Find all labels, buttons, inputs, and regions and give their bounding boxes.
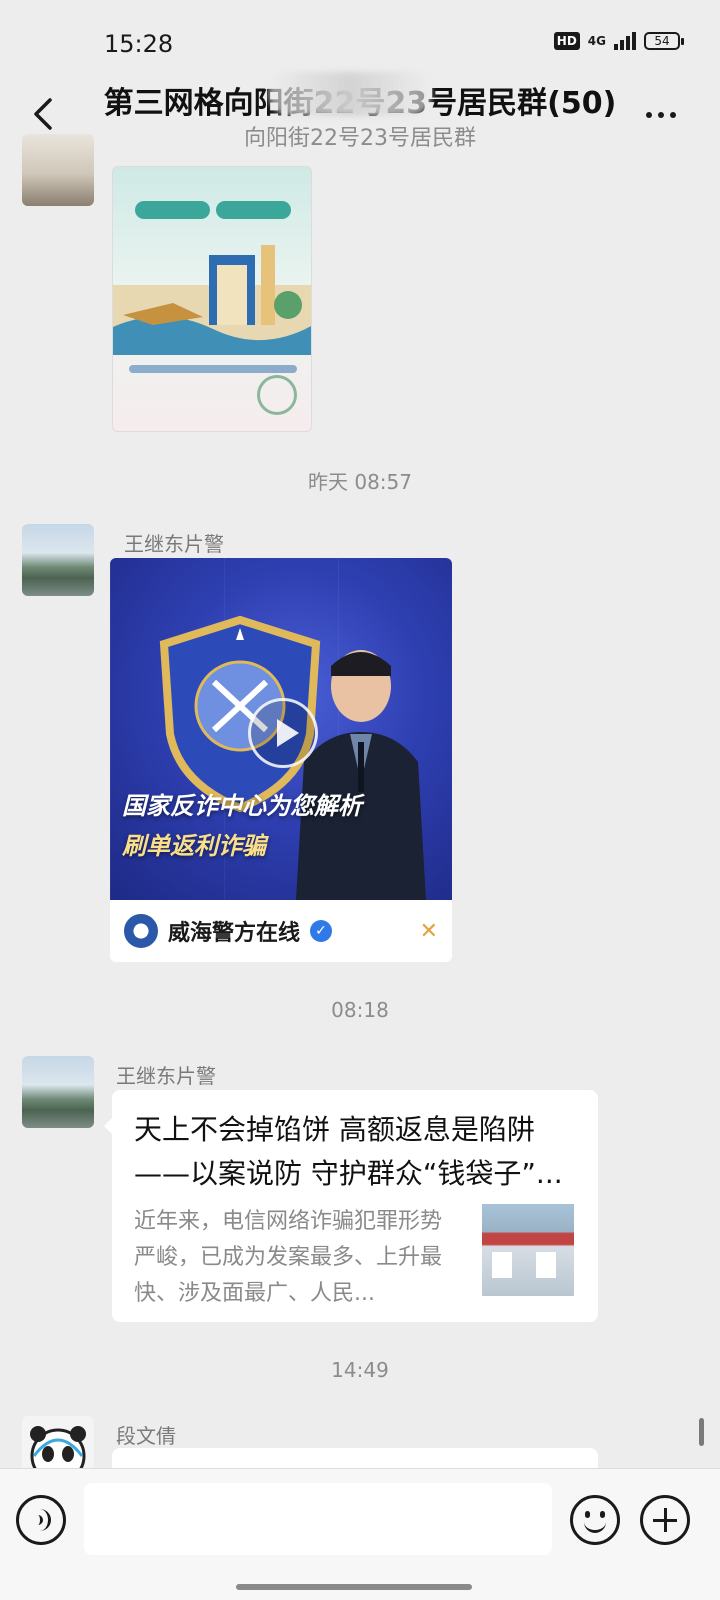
avatar[interactable]	[22, 524, 94, 596]
poster-text-line	[129, 365, 297, 373]
home-indicator[interactable]	[236, 1584, 472, 1590]
sender-name: 王继东片警	[124, 532, 224, 556]
verified-check-icon: ✓	[310, 920, 333, 942]
video-caption-line2: 刷单返利诈骗	[122, 832, 266, 860]
video-caption-line1: 国家反诈中心为您解析	[122, 792, 362, 820]
article-link-card[interactable]: 天上不会掉馅饼 高额返息是陷阱——以案说防 守护群众“钱袋子”... 近年来，电…	[104, 1090, 598, 1322]
network-type: 4G	[587, 34, 606, 48]
officer-figure	[296, 650, 426, 900]
video-thumbnail[interactable]: 国家反诈中心为您解析 刷单返利诈骗	[110, 558, 452, 900]
signal-icon	[614, 32, 636, 50]
message-input[interactable]	[84, 1483, 552, 1555]
article-title: 天上不会掉馅饼 高额返息是陷阱——以案说防 守护群众“钱袋子”...	[134, 1113, 563, 1190]
poster-seal	[257, 375, 297, 415]
system-icons: HD 4G 54	[553, 32, 684, 50]
timestamp: 08:18	[331, 998, 389, 1022]
title-redaction	[268, 72, 432, 116]
article-description: 近年来，电信网络诈骗犯罪形势严峻，已成为发案最多、上升最快、涉及面最广、人民..…	[134, 1209, 443, 1306]
scrollbar-thumb[interactable]	[699, 1418, 704, 1446]
more-options-icon[interactable]	[646, 112, 676, 118]
video-message-card[interactable]: 国家反诈中心为您解析 刷单返利诈骗 威海警方在线 ✓ ✕	[110, 558, 452, 962]
hd-icon: HD	[553, 32, 580, 50]
timestamp: 昨天 08:57	[308, 470, 412, 494]
emoji-icon[interactable]	[570, 1495, 620, 1545]
channels-icon: ✕	[419, 918, 438, 944]
chat-subtitle: 向阳街22号23号居民群	[244, 126, 476, 151]
sender-name: 段文倩	[116, 1424, 176, 1448]
poster-illustration	[113, 245, 311, 355]
status-time: 15:28	[104, 30, 174, 58]
chat-input-bar	[0, 1468, 720, 1600]
battery-icon: 54	[644, 32, 684, 50]
sender-name: 王继东片警	[116, 1064, 216, 1088]
status-bar: 15:28 HD 4G 54	[0, 0, 720, 80]
voice-icon[interactable]	[16, 1495, 66, 1545]
article-thumbnail	[482, 1204, 574, 1296]
source-name: 威海警方在线	[168, 921, 301, 946]
plus-icon[interactable]	[640, 1495, 690, 1545]
video-source-bar[interactable]: 威海警方在线 ✓ ✕	[110, 900, 452, 962]
avatar[interactable]	[22, 134, 94, 206]
poster-image-message[interactable]	[112, 166, 312, 432]
play-icon[interactable]	[248, 698, 318, 768]
poster-banner	[135, 201, 291, 219]
source-logo-icon	[124, 914, 158, 948]
avatar[interactable]	[22, 1056, 94, 1128]
timestamp: 14:49	[331, 1358, 389, 1382]
